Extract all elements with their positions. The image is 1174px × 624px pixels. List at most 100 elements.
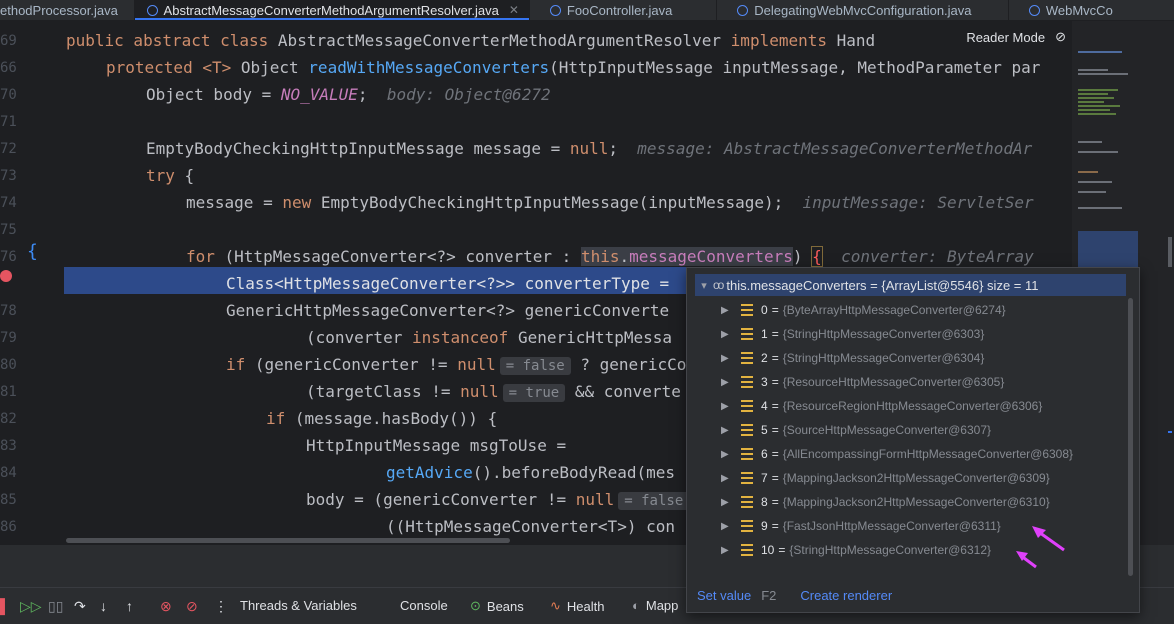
resume-icon[interactable]: ▷▷: [20, 598, 42, 615]
tab-foo-controller[interactable]: FooController.java: [530, 0, 718, 20]
tab-mappings[interactable]: ◐ Mapp: [632, 598, 678, 613]
watch-glasses-icon: oo: [713, 278, 724, 292]
line-number: 78: [0, 303, 17, 319]
tab-abstract-message-converter[interactable]: AbstractMessageConverterMethodArgumentRe…: [134, 0, 530, 20]
tab-health[interactable]: ∿ Health: [550, 598, 604, 614]
mute-breakpoints-icon[interactable]: ⊘: [186, 598, 198, 615]
popup-list-item[interactable]: ▶ 3 = {ResourceHttpMessageConverter@6305}: [721, 370, 1004, 394]
line-number: 84: [0, 465, 17, 481]
equals-sign: =: [771, 495, 779, 509]
code-line: HttpInputMessage msgToUse =: [306, 436, 567, 455]
debug-value-popup[interactable]: ▾ oo this.messageConverters = {ArrayList…: [686, 267, 1140, 613]
pause-icon[interactable]: ▯▯: [48, 598, 63, 615]
list-element-icon: [741, 376, 753, 388]
chevron-right-icon[interactable]: ▶: [721, 377, 741, 388]
line-number: 86: [0, 519, 17, 535]
eye-off-icon[interactable]: ⊘: [1055, 29, 1066, 45]
chevron-right-icon[interactable]: ▶: [721, 353, 741, 364]
list-element-icon: [741, 424, 753, 436]
create-renderer-link[interactable]: Create renderer: [800, 588, 892, 603]
code-line: if (message.hasBody()) {: [266, 409, 498, 428]
close-icon[interactable]: ✕: [509, 3, 519, 17]
set-value-shortcut: F2: [761, 588, 777, 603]
inline-value-badge: = true: [502, 383, 566, 402]
annotation-arrow-icon: [1016, 551, 1037, 569]
item-value: {ResourceHttpMessageConverter@6305}: [782, 375, 1005, 389]
view-breakpoints-icon[interactable]: ⊗: [160, 598, 172, 615]
popup-list-item[interactable]: ▶ 6 = {AllEncompassingFormHttpMessageConver…: [721, 442, 1073, 466]
equals-sign: =: [771, 447, 779, 461]
item-index: 6: [761, 447, 768, 461]
chevron-right-icon[interactable]: ▶: [721, 401, 741, 412]
step-out-icon[interactable]: ↑: [126, 598, 133, 614]
popup-footer: Set value F2 Create renderer: [697, 588, 892, 603]
code-line: Object body = NO_VALUE; body: Object@627…: [146, 85, 551, 104]
inline-debug-value: message: AbstractMessageConverterMethodA…: [637, 139, 1033, 158]
chevron-right-icon[interactable]: ▶: [721, 473, 741, 484]
equals-sign: =: [771, 519, 779, 533]
tab-beans[interactable]: ⊙ Beans: [470, 598, 524, 614]
popup-root-node[interactable]: ▾ oo this.messageConverters = {ArrayList…: [695, 274, 1126, 296]
line-number: 80: [0, 357, 17, 373]
line-number: 82: [0, 411, 17, 427]
item-value: {ByteArrayHttpMessageConverter@6274}: [782, 303, 1006, 317]
item-index: 0: [761, 303, 768, 317]
reader-mode-toggle[interactable]: Reader Mode ⊘: [960, 29, 1072, 45]
breakpoint-icon[interactable]: [0, 270, 12, 282]
chevron-down-icon[interactable]: ▾: [695, 279, 713, 292]
item-index: 9: [761, 519, 768, 533]
item-value: {ResourceRegionHttpMessageConverter@6306…: [782, 399, 1043, 413]
chevron-right-icon[interactable]: ▶: [721, 449, 741, 460]
popup-list-item[interactable]: ▶ 0 = {ByteArrayHttpMessageConverter@6274}: [721, 298, 1006, 322]
popup-scrollbar[interactable]: [1128, 298, 1133, 576]
tab-console[interactable]: Console: [400, 598, 448, 613]
line-number: 70: [0, 87, 17, 103]
line-gutter: 69 66 70 71 72 73 74 75 76 78 79 80 81 8…: [0, 21, 64, 545]
tab-delegating-webmvc[interactable]: DelegatingWebMvcConfiguration.java: [717, 0, 1009, 20]
step-into-icon[interactable]: ↓: [100, 598, 107, 614]
equals-sign: =: [771, 399, 779, 413]
equals-sign: =: [771, 303, 779, 317]
tab-method-processor[interactable]: ethodProcessor.java: [0, 0, 135, 20]
item-index: 2: [761, 351, 768, 365]
step-over-icon[interactable]: ↷: [74, 598, 86, 615]
list-element-icon: [741, 520, 753, 532]
horizontal-scrollbar[interactable]: [66, 538, 510, 543]
stop-icon[interactable]: ▌: [0, 598, 10, 614]
item-value: {SourceHttpMessageConverter@6307}: [782, 423, 992, 437]
popup-list-item[interactable]: ▶ 5 = {SourceHttpMessageConverter@6307}: [721, 418, 991, 442]
chevron-right-icon[interactable]: ▶: [721, 329, 741, 340]
line-number: 73: [0, 168, 17, 184]
more-icon[interactable]: ⋮: [214, 598, 228, 615]
item-index: 5: [761, 423, 768, 437]
popup-list-item[interactable]: ▶ 1 = {StringHttpMessageConverter@6303}: [721, 322, 984, 346]
code-line: body = (genericConverter != null = false: [306, 486, 690, 513]
tab-label: FooController.java: [566, 2, 673, 18]
popup-list-item[interactable]: ▶ 8 = {MappingJackson2HttpMessageConverter@…: [721, 490, 1050, 514]
popup-list-item[interactable]: ▶ 10 = {StringHttpMessageConverter@6312}: [721, 538, 991, 562]
inline-value-badge: = false: [499, 356, 571, 375]
item-index: 4: [761, 399, 768, 413]
chevron-right-icon[interactable]: ▶: [721, 521, 741, 532]
chevron-right-icon[interactable]: ▶: [721, 305, 741, 316]
chevron-right-icon[interactable]: ▶: [721, 545, 741, 556]
chevron-right-icon[interactable]: ▶: [721, 425, 741, 436]
class-icon: [1028, 4, 1040, 16]
list-element-icon: [741, 496, 753, 508]
line-number: 75: [0, 222, 17, 238]
popup-list-item[interactable]: ▶ 9 = {FastJsonHttpMessageConverter@6311}: [721, 514, 1001, 538]
popup-list-item[interactable]: ▶ 4 = {ResourceRegionHttpMessageConverter@6…: [721, 394, 1042, 418]
tab-webmvc[interactable]: WebMvcCo: [1009, 0, 1174, 20]
tab-threads-variables[interactable]: Threads & Variables: [234, 598, 357, 613]
popup-list-item[interactable]: ▶ 2 = {StringHttpMessageConverter@6304}: [721, 346, 984, 370]
popup-list-item[interactable]: ▶ 7 = {MappingJackson2HttpMessageConverter@…: [721, 466, 1050, 490]
line-number: 71: [0, 114, 17, 130]
chevron-right-icon[interactable]: ▶: [721, 497, 741, 508]
code-line: for (HttpMessageConverter<?> converter :…: [186, 246, 1034, 267]
line-number: 72: [0, 141, 17, 157]
code-line: EmptyBodyCheckingHttpInputMessage messag…: [146, 139, 1033, 158]
item-value: {StringHttpMessageConverter@6304}: [782, 351, 985, 365]
code-line: ((HttpMessageConverter<T>) con: [386, 517, 675, 536]
set-value-link[interactable]: Set value: [697, 588, 751, 603]
list-element-icon: [741, 472, 753, 484]
